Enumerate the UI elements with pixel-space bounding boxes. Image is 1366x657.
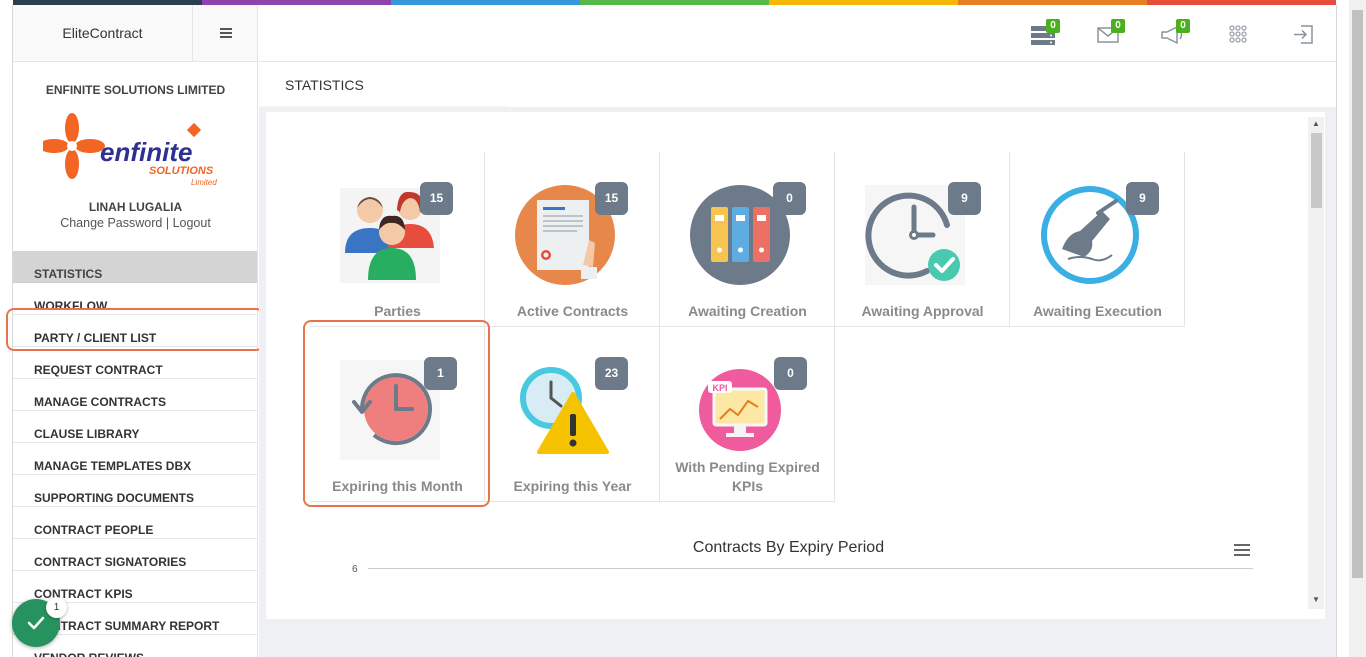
sidebar-item-request-contract[interactable]: REQUEST CONTRACT bbox=[13, 347, 257, 379]
logo-sub1: SOLUTIONS bbox=[149, 165, 214, 177]
tile-awaiting-creation[interactable]: 0 Awaiting Creation bbox=[660, 152, 835, 327]
messages-button[interactable]: 0 bbox=[1093, 19, 1125, 49]
company-logo: enfinite SOLUTIONS Limited bbox=[43, 113, 217, 187]
frame-border-right bbox=[1336, 5, 1337, 657]
parties-label: Parties bbox=[374, 303, 421, 319]
apps-button[interactable] bbox=[1223, 19, 1253, 49]
pending-expired-kpis-label: With Pending Expired KPIs bbox=[675, 459, 820, 494]
pending-expired-kpis-count-badge: 0 bbox=[774, 357, 807, 390]
chart-menu-icon bbox=[1234, 544, 1250, 556]
tile-pending-expired-kpis[interactable]: KPI 0 With Pending Expired KPIs bbox=[660, 327, 835, 502]
user-name: LINAH LUGALIA bbox=[88, 200, 183, 214]
scroll-down-icon[interactable]: ▼ bbox=[1312, 595, 1320, 604]
logo-flower-icon bbox=[43, 113, 105, 179]
logout-link[interactable]: Logout bbox=[173, 216, 211, 230]
awaiting-approval-count-badge: 9 bbox=[948, 182, 981, 215]
kpi-tag: KPI bbox=[712, 383, 727, 393]
window-scroll-thumb[interactable] bbox=[1352, 10, 1363, 578]
page-title-underline bbox=[259, 106, 507, 107]
sidebar-item-contract-people[interactable]: CONTRACT PEOPLE bbox=[13, 507, 257, 539]
chart-y-tick: 6 bbox=[352, 564, 358, 575]
expiring-this-year-label: Expiring this Year bbox=[513, 478, 632, 494]
signing-hand-icon bbox=[1041, 186, 1139, 284]
expiring-this-month-highlight bbox=[303, 320, 490, 507]
tile-awaiting-approval[interactable]: 9 Awaiting Approval bbox=[835, 152, 1010, 327]
awaiting-creation-label: Awaiting Creation bbox=[688, 303, 807, 319]
active-contracts-label: Active Contracts bbox=[516, 303, 629, 319]
menu-toggle-button[interactable] bbox=[193, 5, 257, 62]
scroll-up-icon[interactable]: ▲ bbox=[1312, 119, 1320, 128]
logo-sub2: Limited bbox=[191, 178, 217, 187]
awaiting-execution-count-badge: 9 bbox=[1126, 182, 1159, 215]
announcements-button[interactable]: 0 bbox=[1158, 19, 1190, 49]
parties-count-badge: 15 bbox=[420, 182, 453, 215]
logout-button[interactable] bbox=[1288, 19, 1318, 49]
grid-dots-icon bbox=[1229, 25, 1247, 43]
messages-badge: 0 bbox=[1111, 19, 1125, 33]
sign-out-icon bbox=[1294, 25, 1313, 44]
sidebar-item-statistics[interactable]: STATISTICS bbox=[13, 251, 257, 283]
panel-scroll-thumb[interactable] bbox=[1311, 133, 1322, 208]
separator: | bbox=[165, 216, 170, 230]
sidebar-item-contract-signatories[interactable]: CONTRACT SIGNATORIES bbox=[13, 539, 257, 571]
chart-title: Contracts By Expiry Period bbox=[692, 539, 885, 556]
awaiting-execution-label: Awaiting Execution bbox=[1033, 303, 1162, 319]
company-name: ENFINITE SOLUTIONS LIMITED bbox=[45, 83, 226, 97]
expiring-this-year-count-badge: 23 bbox=[595, 357, 628, 390]
fab-count-badge: 1 bbox=[46, 597, 67, 618]
tasks-badge: 0 bbox=[1046, 19, 1060, 33]
tasks-button[interactable]: 0 bbox=[1028, 19, 1060, 49]
panel-scrollbar[interactable]: ▲ ▼ bbox=[1308, 117, 1324, 609]
change-password-link[interactable]: Change Password bbox=[60, 216, 162, 230]
sidebar-item-manage-templates[interactable]: MANAGE TEMPLATES DBX bbox=[13, 443, 257, 475]
active-contracts-count-badge: 15 bbox=[595, 182, 628, 215]
window-scrollbar[interactable] bbox=[1349, 0, 1366, 657]
tile-awaiting-execution[interactable]: 9 Awaiting Execution bbox=[1010, 152, 1185, 327]
chart-menu-button[interactable] bbox=[1234, 544, 1250, 559]
announcements-badge: 0 bbox=[1176, 19, 1190, 33]
page-title: STATISTICS bbox=[285, 77, 364, 93]
account-links: Change Password | Logout bbox=[13, 216, 257, 230]
sidebar-item-manage-contracts[interactable]: MANAGE CONTRACTS bbox=[13, 379, 257, 411]
kpi-monitor-icon: KPI bbox=[699, 369, 781, 451]
page-header: STATISTICS bbox=[259, 62, 1336, 107]
hamburger-icon bbox=[219, 26, 232, 40]
awaiting-creation-count-badge: 0 bbox=[773, 182, 806, 215]
tile-parties[interactable]: 15 Parties bbox=[310, 152, 485, 327]
logo-wordmark: enfinite bbox=[100, 137, 192, 167]
checkmark-icon bbox=[27, 616, 45, 630]
tile-active-contracts[interactable]: 15 Active Contracts bbox=[485, 152, 660, 327]
top-bar: 0 0 0 bbox=[259, 5, 1336, 62]
party-client-list-highlight bbox=[6, 308, 264, 351]
sidebar-item-clause-library[interactable]: CLAUSE LIBRARY bbox=[13, 411, 257, 443]
chart-gridline bbox=[368, 568, 1253, 569]
tile-expiring-this-year[interactable]: 23 Expiring this Year bbox=[485, 327, 660, 502]
awaiting-approval-label: Awaiting Approval bbox=[861, 303, 984, 319]
sidebar-item-supporting-documents[interactable]: SUPPORTING DOCUMENTS bbox=[13, 475, 257, 507]
app-brand[interactable]: EliteContract bbox=[13, 5, 193, 62]
